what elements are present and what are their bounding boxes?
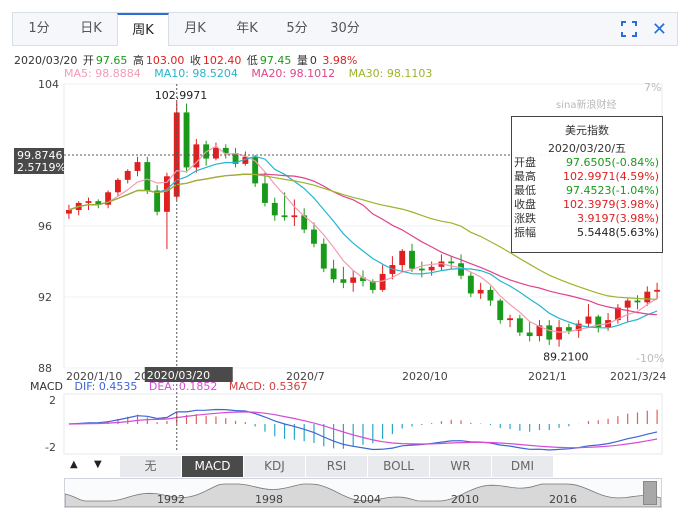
navigator-label-1992: 1992 [157,493,185,506]
pct-tick-label: -10% [636,352,664,365]
scroll-down-icon[interactable]: ▼ [94,459,102,470]
candle-body [448,261,455,264]
tooltip-value: 3.9197(3.98%) [576,212,659,225]
candle-body [134,162,141,171]
candle-body [271,202,278,216]
date-tick-label: 2021/1 [528,370,567,383]
candle-body [409,250,415,269]
tooltip-title: 美元指数 [565,124,609,137]
price-tick-label: 92 [38,291,52,304]
tooltip-key: 涨跌 [514,212,536,225]
tooltip-row: 涨跌 3.9197(3.98%) [512,212,662,226]
high-annotation: 102.9971 [155,89,208,102]
price-tick-label: 96 [38,220,52,233]
indicator-tab-macd[interactable]: MACD [182,456,244,477]
candle-body [624,300,631,308]
candle-body [399,250,406,266]
scroll-up-icon[interactable]: ▲ [70,459,78,470]
macd-tick-label: 2 [49,394,56,407]
tooltip-value: 102.9971(4.59%) [562,170,659,183]
tooltip-value: 97.6505(-0.84%) [566,156,659,169]
indicator-tab-none[interactable]: 无 [120,456,182,477]
candle-body [565,327,572,331]
candle-body [546,325,553,340]
candle-body [183,112,190,168]
candle-body [213,147,219,159]
indicator-tab-kdj[interactable]: KDJ [244,456,306,477]
pct-tick-label: 7% [644,81,661,94]
candle-body [350,277,357,283]
tooltip-key: 开盘 [514,156,536,169]
candle-body [497,300,504,321]
indicator-tab-boll[interactable]: BOLL [368,456,430,477]
tooltip-key: 最低 [514,184,536,197]
candle-body [311,229,317,244]
navigator-label-2004: 2004 [353,493,381,506]
navigator-label-2016: 2016 [549,493,577,506]
candle-body [634,300,641,303]
indicator-tab-dmi[interactable]: DMI [492,456,554,477]
tooltip-key: 最高 [514,170,536,183]
candle-body [340,279,347,283]
crosshair-pct-label: 2.5719% [17,161,66,174]
candle-body [654,289,661,292]
range-navigator[interactable]: 1992 1998 2004 2010 2016 [64,478,662,508]
candle-body [487,289,494,301]
indicator-tab-wr[interactable]: WR [430,456,492,477]
candle-body [114,179,121,193]
candle-tooltip: 美元指数 2020/03/20/五 开盘 97.6505(-0.84%) 最高 102… [511,116,663,253]
candle-body [330,268,337,280]
macd-legend: MACD DIF: 0.4535 DEA: 0.1852 MACD: 0.536… [30,380,316,393]
candle-body [281,215,288,218]
tooltip-row: 开盘 97.6505(-0.84%) [512,156,662,170]
candle-body [154,190,161,212]
tooltip-row: 最低 97.4523(-1.04%) [512,184,662,198]
candle-body [85,201,92,203]
tooltip-key: 振幅 [514,226,536,239]
candlestick-chart[interactable]: 1049692887%-10%2020/1/102020/3/22020/720… [0,0,694,514]
navigator-handle[interactable] [643,481,657,505]
tooltip-row: 振幅 5.5448(5.63%) [512,226,662,240]
tooltip-row: 收盘 102.3979(3.98%) [512,198,662,212]
candle-body [320,243,327,269]
candle-body [144,162,151,191]
indicator-tab-rsi[interactable]: RSI [306,456,368,477]
candle-body [65,210,72,214]
dea-label: DEA: 0.1852 [148,380,218,393]
candle-body [585,316,592,324]
date-tick-label: 2020/10 [402,370,448,383]
price-tick-label: 88 [38,362,52,375]
candle-body [526,332,533,337]
tooltip-row: 最高 102.9971(4.59%) [512,170,662,184]
candle-body [467,275,474,294]
macd-title: MACD [30,380,63,393]
candle-body [291,215,298,218]
indicator-bar: ▲ ▼ 无 MACD KDJ RSI BOLL WR DMI [64,456,662,478]
candle-body [428,266,435,271]
candle-body [516,318,523,333]
tooltip-date: 2020/03/20/五 [547,142,627,155]
candle-body [477,289,484,294]
navigator-label-1998: 1998 [255,493,283,506]
sina-watermark: sina新浪财经 [556,98,616,111]
candle-body [418,268,425,271]
tooltip-value: 97.4523(-1.04%) [566,184,659,197]
candle-body [262,183,268,203]
candle-body [644,291,651,303]
candle-body [507,318,513,321]
candle-body [458,263,464,276]
low-annotation: 89.2100 [543,351,589,364]
tooltip-value: 102.3979(3.98%) [562,198,659,211]
price-tick-label: 104 [38,78,59,91]
candle-body [379,273,386,290]
date-tick-label: 2021/3/24 [610,370,666,383]
dif-label: DIF: 0.4535 [74,380,138,393]
tooltip-key: 收盘 [514,198,536,211]
candle-body [556,327,563,340]
tooltip-value: 5.5448(5.63%) [576,226,659,239]
candle-body [124,170,131,180]
navigator-label-2010: 2010 [451,493,479,506]
macd-tick-label: -2 [45,441,56,454]
macd-value-label: MACD: 0.5367 [228,380,308,393]
